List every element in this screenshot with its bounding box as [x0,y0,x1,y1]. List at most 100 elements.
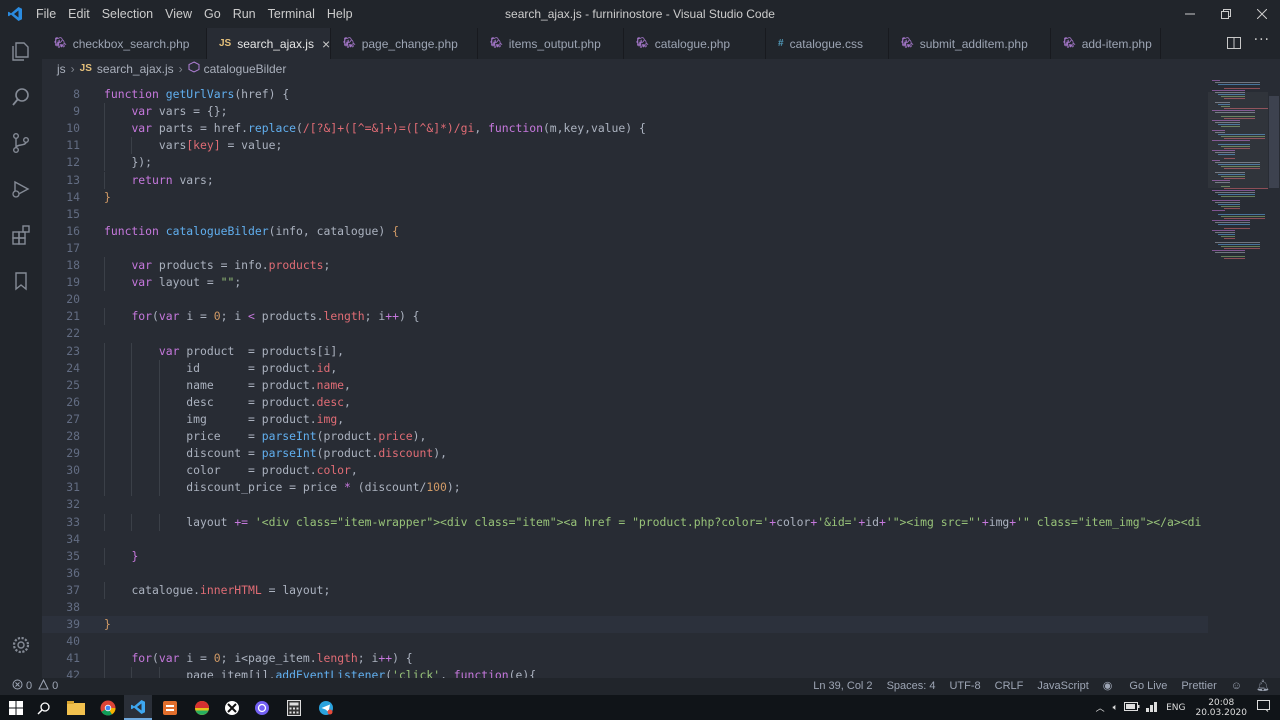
cursor-position[interactable]: Ln 39, Col 2 [813,680,872,692]
input-language[interactable]: ENG [1166,703,1185,713]
taskbar-search-icon[interactable] [30,695,58,720]
search-icon[interactable] [0,74,42,120]
code-line[interactable]: 23 var product = products[i], [42,343,1208,360]
code-line[interactable]: 36 [42,565,1208,582]
code-line[interactable]: 26 desc = product.desc, [42,394,1208,411]
code-line[interactable]: 24 id = product.id, [42,360,1208,377]
code-line[interactable]: 22 [42,325,1208,342]
tab-catalogue-css[interactable]: # catalogue.css [766,28,889,59]
explorer-icon[interactable] [0,28,42,74]
breadcrumb-symbol[interactable]: catalogueBilder [204,62,287,76]
warning-icon[interactable] [38,678,49,693]
line-endings[interactable]: CRLF [995,680,1024,692]
app-cross-icon[interactable] [218,695,246,720]
windows-start-icon[interactable] [2,695,30,720]
tab-submit-additem-php[interactable]: 🐘︎ submit_additem.php [889,28,1051,59]
tab-items-output-php[interactable]: 🐘︎ items_output.php [478,28,624,59]
indentation[interactable]: Spaces: 4 [887,680,936,692]
run-debug-icon[interactable] [0,166,42,212]
menu-run[interactable]: Run [227,7,262,21]
code-line[interactable]: 21 for(var i = 0; i < products.length; i… [42,308,1208,325]
code-line[interactable]: 10 var parts = href.replace(/[?&]+([^=&]… [42,120,1208,137]
chevron-up-icon[interactable]: ︿ [1096,701,1105,714]
action-center-icon[interactable] [1257,700,1270,715]
code-line[interactable]: 13 return vars; [42,172,1208,189]
code-line[interactable]: 18 var products = info.products; [42,257,1208,274]
vscode-taskbar-icon[interactable] [124,695,152,720]
code-line[interactable]: 32 [42,496,1208,513]
code-line[interactable]: 14} [42,189,1208,206]
app-colorful-icon[interactable] [188,695,216,720]
tab-checkbox-search-php[interactable]: 🐘︎ checkbox_search.php [42,28,207,59]
tab-page-change-php[interactable]: 🐘︎ page_change.php [331,28,478,59]
error-icon[interactable] [12,679,23,693]
menu-file[interactable]: File [30,7,62,21]
code-line[interactable]: 19 var layout = ""; [42,274,1208,291]
tab-add-item-php[interactable]: 🐘︎ add-item.php [1051,28,1161,59]
telegram-icon[interactable] [312,695,340,720]
code-editor[interactable]: 8 function getUrlVars(href) {9 var vars =… [42,78,1208,678]
code-line[interactable]: 29 discount = parseInt(product.discount)… [42,445,1208,462]
language-mode[interactable]: JavaScript [1037,680,1088,692]
tab-catalogue-php[interactable]: 🐘︎ catalogue.php [624,28,766,59]
code-line[interactable]: 12 }); [42,154,1208,171]
close-tab-icon[interactable]: × [322,36,330,52]
breadcrumb-folder[interactable]: js [57,62,66,76]
notifications-bell-icon[interactable]: 🔔︎ [1256,679,1270,692]
menu-selection[interactable]: Selection [96,7,159,21]
code-line[interactable]: 41 for(var i = 0; i<page_item.length; i+… [42,650,1208,667]
menu-view[interactable]: View [159,7,198,21]
network-icon[interactable] [1146,701,1160,715]
viber-icon[interactable] [248,695,276,720]
code-line[interactable]: 28 price = parseInt(product.price), [42,428,1208,445]
code-line[interactable]: 17 [42,240,1208,257]
code-line[interactable]: 16 function catalogueBilder(info, catalog… [42,223,1208,240]
split-editor-icon[interactable] [1226,35,1242,55]
more-actions-icon[interactable]: ··· [1254,32,1270,48]
encoding[interactable]: UTF-8 [949,680,980,692]
go-live-button[interactable]: ◉ Go Live [1103,679,1168,692]
warning-count[interactable]: 0 [52,680,58,692]
menu-help[interactable]: Help [321,7,359,21]
prettier-button[interactable]: Prettier [1181,680,1216,692]
close-window-icon[interactable] [1244,0,1280,28]
code-line[interactable]: 27 img = product.img, [42,411,1208,428]
restore-icon[interactable] [1208,0,1244,28]
code-line[interactable]: 35 } [42,548,1208,565]
breadcrumb-file[interactable]: search_ajax.js [97,62,174,76]
sublime-icon[interactable] [156,695,184,720]
code-line[interactable]: 42 page_item[i].addEventListener('click'… [42,667,1208,678]
minimap-viewport[interactable] [1208,92,1268,188]
vertical-scrollbar[interactable] [1268,78,1280,678]
feedback-icon[interactable]: ☺ [1231,680,1242,692]
menu-edit[interactable]: Edit [62,7,96,21]
volume-icon[interactable]: 🔈︎ [1113,703,1118,713]
scrollbar-thumb[interactable] [1269,96,1279,188]
code-line[interactable]: 31 discount_price = price * (discount/10… [42,479,1208,496]
code-line[interactable]: 34 [42,531,1208,548]
code-line[interactable]: 38 [42,599,1208,616]
code-line[interactable]: 9 var vars = {}; [42,103,1208,120]
code-line[interactable]: 33 layout += '<div class="item-wrapper">… [42,514,1208,531]
code-line[interactable]: 20 [42,291,1208,308]
code-line[interactable]: 40 [42,633,1208,650]
battery-icon[interactable] [1124,701,1140,714]
minimap[interactable] [1208,78,1270,678]
calculator-icon[interactable] [280,695,308,720]
code-line[interactable]: 11 vars[key] = value; [42,137,1208,154]
menu-terminal[interactable]: Terminal [262,7,321,21]
error-count[interactable]: 0 [26,680,32,692]
tab-search-ajax-js[interactable]: JS search_ajax.js × [207,28,331,59]
code-line[interactable]: 37 catalogue.innerHTML = layout; [42,582,1208,599]
code-line[interactable]: 30 color = product.color, [42,462,1208,479]
chrome-icon[interactable] [94,695,122,720]
file-explorer-icon[interactable] [62,695,90,720]
bookmark-icon[interactable] [0,258,42,304]
source-control-icon[interactable] [0,120,42,166]
code-line[interactable]: 25 name = product.name, [42,377,1208,394]
menu-go[interactable]: Go [198,7,227,21]
extensions-icon[interactable] [0,212,42,258]
settings-gear-icon[interactable] [0,622,42,668]
clock[interactable]: 20:08 20.03.2020 [1195,698,1247,718]
code-line[interactable]: 39} [42,616,1208,634]
